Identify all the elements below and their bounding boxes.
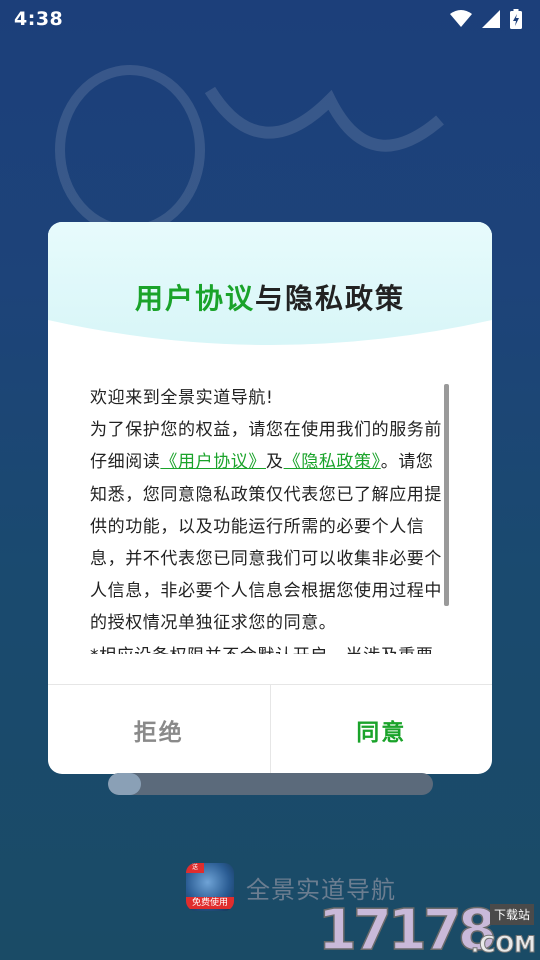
- agreement-dialog: 用户协议与隐私政策 欢迎来到全景实道导航! 为了保护您的权益，请您在使用我们的服…: [48, 222, 492, 774]
- agreement-paragraph: 为了保护您的权益，请您在使用我们的服务前仔细阅读《用户协议》及《隐私政策》。请您…: [90, 414, 450, 639]
- battery-charging-icon: [510, 9, 522, 29]
- reject-button[interactable]: 拒绝: [48, 685, 271, 774]
- header-curve: [48, 320, 492, 360]
- agreement-suffix: 。请您知悉，您同意隐私政策仅代表您已了解应用提供的功能，以及功能运行所需的必要个…: [90, 452, 442, 634]
- status-bar: 4:38: [0, 0, 540, 38]
- cellular-signal-icon: [482, 10, 500, 28]
- logo-corner-tag: 送: [186, 863, 204, 873]
- dialog-header: 用户协议与隐私政策: [48, 222, 492, 360]
- permission-paragraph: *相应设备权限并不会默认开启，当涉及重要: [90, 640, 450, 654]
- app-screen: 4:38 用户协议与隐私政策 欢迎来到全景实道导航! 为了保护您的权益，请您在使…: [0, 0, 540, 960]
- watermark-domain: .COM: [470, 933, 536, 959]
- loading-progress-bar: [108, 773, 433, 795]
- dialog-title-highlight: 用户协议: [134, 282, 255, 315]
- user-agreement-link[interactable]: 《用户协议》: [160, 452, 266, 472]
- watermark-tag: 下载站: [489, 904, 534, 925]
- agreement-text: 欢迎来到全景实道导航! 为了保护您的权益，请您在使用我们的服务前仔细阅读《用户协…: [90, 382, 450, 654]
- app-logo-icon: 送 免费使用: [186, 863, 234, 911]
- dialog-title: 用户协议与隐私政策: [48, 277, 492, 317]
- status-time: 4:38: [14, 8, 64, 30]
- content-scrollbar[interactable]: [444, 384, 449, 606]
- welcome-line: 欢迎来到全景实道导航!: [90, 388, 274, 408]
- agreement-content[interactable]: 欢迎来到全景实道导航! 为了保护您的权益，请您在使用我们的服务前仔细阅读《用户协…: [90, 382, 450, 654]
- wifi-icon: [450, 10, 472, 27]
- site-watermark: 17178 下载站 .COM: [317, 897, 538, 960]
- dialog-title-rest: 与隐私政策: [255, 282, 406, 315]
- privacy-policy-link[interactable]: 《隐私政策》: [284, 452, 381, 472]
- and-text: 及: [266, 452, 284, 473]
- status-icons: [450, 9, 522, 29]
- logo-badge: 免费使用: [186, 897, 234, 909]
- watermark-number: 17178: [317, 897, 497, 960]
- dialog-footer: 拒绝 同意: [48, 684, 492, 774]
- background-art: [55, 65, 444, 235]
- loading-progress-fill: [108, 773, 141, 795]
- agree-button[interactable]: 同意: [271, 685, 493, 774]
